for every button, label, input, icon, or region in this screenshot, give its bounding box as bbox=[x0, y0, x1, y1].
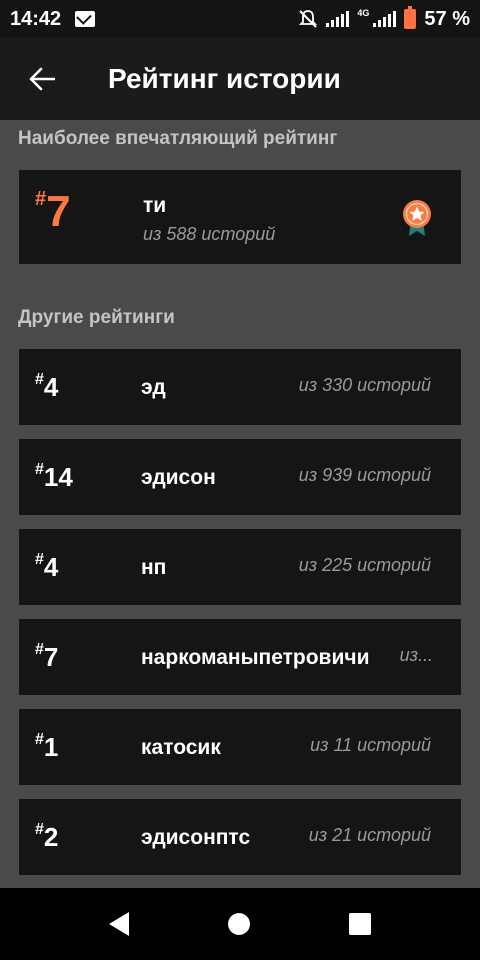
signal-icon-sim2 bbox=[373, 11, 397, 27]
signal-icon-sim1 bbox=[326, 11, 350, 27]
best-rank: #7 bbox=[35, 188, 71, 236]
story-count: из 21 историй bbox=[308, 825, 431, 845]
best-rating-card[interactable]: #7 ти из 588 историй bbox=[19, 170, 461, 264]
rank: #14 bbox=[35, 461, 73, 493]
story-name: катосик bbox=[141, 736, 221, 759]
bell-off-icon bbox=[298, 9, 318, 29]
status-icons: 4G 57 % bbox=[298, 6, 470, 31]
rank-hash: # bbox=[35, 551, 44, 568]
battery-icon bbox=[404, 6, 417, 29]
nav-recents-button[interactable] bbox=[348, 913, 371, 935]
nav-back-button[interactable] bbox=[109, 912, 130, 936]
rating-card[interactable]: #4 эд из 330 историй bbox=[19, 349, 461, 425]
rank-number: 14 bbox=[43, 462, 73, 492]
rating-card[interactable]: #14 эдисон из 939 историй bbox=[19, 439, 461, 515]
page-title: Рейтинг истории bbox=[108, 63, 341, 94]
status-bar: 14:42 4G 57 % bbox=[0, 0, 480, 38]
back-button[interactable] bbox=[0, 38, 84, 120]
rank-number: 1 bbox=[43, 732, 59, 762]
rank-hash: # bbox=[35, 731, 44, 748]
rank-number: 2 bbox=[43, 822, 59, 852]
rank: #2 bbox=[35, 821, 58, 853]
rating-card[interactable]: #4 нп из 225 историй bbox=[19, 529, 461, 605]
app-bar: Рейтинг истории bbox=[0, 38, 480, 120]
best-story-name: ти bbox=[143, 194, 167, 217]
rank-hash: # bbox=[35, 371, 44, 388]
best-story-count: из 588 историй bbox=[143, 224, 276, 244]
rank-hash: # bbox=[35, 641, 44, 658]
rank-hash: # bbox=[35, 821, 44, 838]
rank-hash: # bbox=[35, 188, 47, 210]
medal-icon bbox=[403, 200, 431, 236]
rank: #1 bbox=[35, 731, 58, 763]
story-name: нп bbox=[141, 556, 167, 579]
rank: #7 bbox=[35, 641, 58, 673]
rank-number: 7 bbox=[43, 642, 59, 672]
story-name: эдисонптс bbox=[141, 826, 251, 849]
status-time: 14:42 bbox=[10, 7, 62, 30]
rank-number: 4 bbox=[43, 372, 59, 402]
story-name: эд bbox=[141, 376, 166, 399]
rank-number: 4 bbox=[43, 552, 59, 582]
story-count: из 225 историй bbox=[298, 555, 431, 575]
story-count: из... bbox=[399, 645, 433, 665]
mail-icon bbox=[75, 11, 96, 27]
rating-card[interactable]: #7 наркоманыпетровичи из... bbox=[19, 619, 461, 695]
network-type-label: 4G bbox=[357, 8, 370, 18]
story-count: из 330 историй bbox=[298, 375, 431, 395]
story-name: эдисон bbox=[141, 466, 216, 489]
rating-card[interactable]: #2 эдисонптс из 21 историй bbox=[19, 799, 461, 875]
story-name: наркоманыпетровичи bbox=[141, 646, 370, 669]
others-section-title: Другие рейтинги bbox=[18, 307, 175, 328]
best-section-title: Наиболее впечатляющий рейтинг bbox=[18, 128, 338, 149]
arrow-left-icon bbox=[29, 67, 55, 91]
rating-card[interactable]: #1 катосик из 11 историй bbox=[19, 709, 461, 785]
rank-hash: # bbox=[35, 461, 44, 478]
story-count: из 11 историй bbox=[310, 735, 431, 755]
battery-percent: 57 % bbox=[424, 7, 470, 30]
rank: #4 bbox=[35, 371, 58, 403]
system-nav-bar bbox=[0, 888, 480, 960]
nav-home-button[interactable] bbox=[227, 913, 250, 935]
story-count: из 939 историй bbox=[298, 465, 431, 485]
rank: #4 bbox=[35, 551, 58, 583]
rank-number: 7 bbox=[46, 187, 71, 236]
